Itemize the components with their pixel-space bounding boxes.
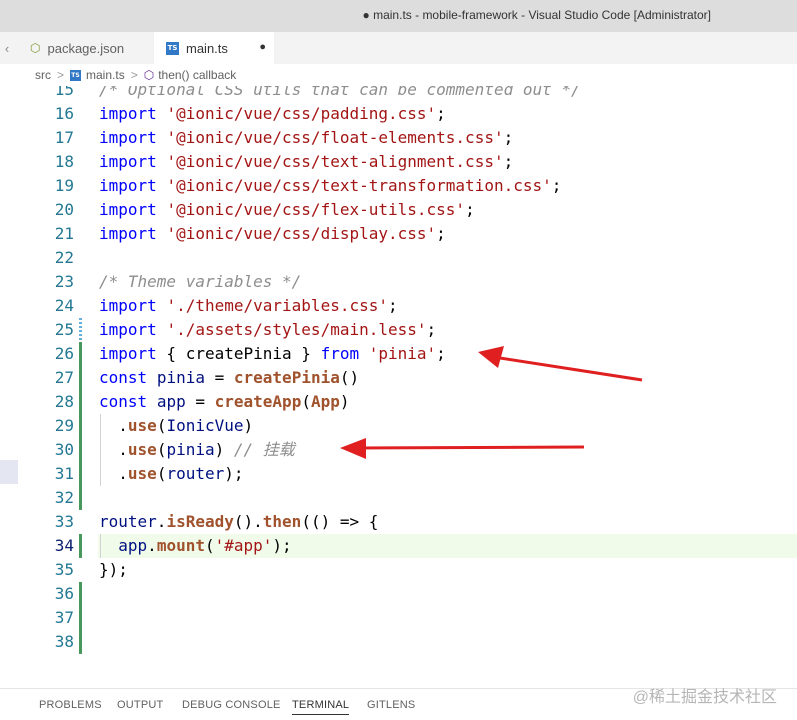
tab-output[interactable]: OUTPUT [117, 699, 163, 711]
chevron-right-icon: > [130, 68, 138, 82]
unsaved-dot-icon[interactable]: ● [259, 41, 266, 53]
title-bar: ● main.ts - mobile-framework - Visual St… [0, 0, 797, 32]
tab-main-ts[interactable]: TS main.ts ● [154, 32, 274, 64]
editor-tab-bar: ‹ ⬡ package.json TS main.ts ● [0, 32, 797, 64]
breadcrumb-item-src[interactable]: src [35, 68, 51, 82]
tab-label: main.ts [186, 40, 228, 56]
tab-overflow-chevron-icon[interactable]: ‹ [0, 32, 14, 64]
breadcrumb: src > TS main.ts > ⬡ then() callback [0, 64, 797, 86]
tab-label: package.json [47, 40, 125, 56]
code-editor[interactable]: 15/* Optional CSS utils that can be comm… [0, 86, 797, 688]
typescript-icon: TS [166, 41, 179, 55]
tab-debug-console[interactable]: DEBUG CONSOLE [182, 699, 281, 711]
arrow-to-line-26 [499, 356, 643, 382]
window-title: ● main.ts - mobile-framework - Visual St… [362, 8, 711, 22]
arrow-to-line-30 [359, 445, 585, 450]
breadcrumb-item-file[interactable]: main.ts [86, 68, 125, 82]
chevron-right-icon: > [57, 68, 65, 82]
tab-terminal[interactable]: TERMINAL [292, 699, 350, 715]
arrow-head-30 [340, 438, 366, 459]
typescript-icon: TS [70, 69, 82, 81]
npm-hex-icon: ⬡ [30, 41, 41, 55]
tab-package-json[interactable]: ⬡ package.json [18, 32, 154, 64]
annotation-arrows [340, 346, 643, 459]
tab-problems[interactable]: PROBLEMS [39, 699, 102, 711]
arrow-head-26 [478, 346, 504, 368]
watermark: @稀土掘金技术社区 [632, 689, 777, 706]
tab-gitlens[interactable]: GITLENS [367, 699, 415, 711]
method-cube-icon: ⬡ [143, 68, 155, 82]
breadcrumb-item-symbol[interactable]: then() callback [158, 68, 236, 82]
